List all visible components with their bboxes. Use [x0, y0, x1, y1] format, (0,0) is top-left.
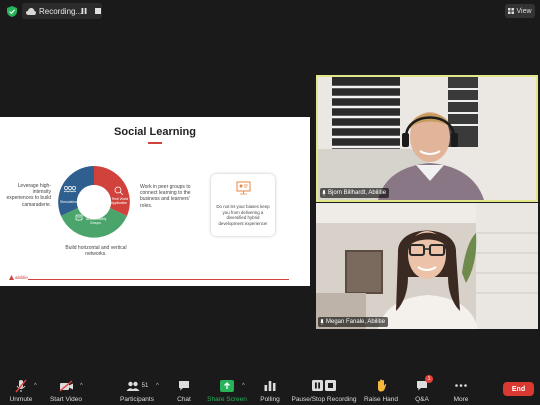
- stop-recording-button[interactable]: [91, 4, 105, 18]
- cloud-icon: [26, 7, 36, 15]
- pause-icon: [312, 380, 323, 391]
- social-learning-wheel: Simulations Real World Application Accou…: [58, 166, 130, 238]
- participant-name-tag: Megan Fanale, Abilitie: [318, 317, 389, 327]
- view-button[interactable]: View: [505, 4, 535, 18]
- shared-screen-slide: Social Learning Leverage high-intensity …: [0, 117, 310, 286]
- microphone-muted-icon: [15, 379, 27, 392]
- raised-hand-icon: [377, 379, 386, 392]
- segment-label-accountability-line2: Groups: [90, 221, 101, 225]
- participants-icon: [126, 381, 140, 391]
- participants-options-caret[interactable]: ^: [156, 383, 159, 389]
- chat-icon: [179, 381, 189, 391]
- pause-icon: [81, 8, 87, 14]
- grid-view-icon: [508, 8, 515, 14]
- start-video-label: Start Video: [49, 396, 83, 403]
- slide-footer-line: [28, 279, 289, 280]
- unmute-label: Unmute: [9, 396, 33, 403]
- more-dots-icon: [455, 384, 467, 387]
- slide-right-text: Work in peer groups to connect learning …: [140, 184, 191, 209]
- slide-left-text: Leverage high-intensity experiences to b…: [6, 183, 51, 208]
- segment-label-real-world: Real World Application: [111, 197, 129, 205]
- participant-video-feed: [316, 203, 538, 329]
- segment-label-real-world-line2: Application: [111, 201, 127, 205]
- stop-icon: [95, 8, 101, 14]
- callout-text: Do not let your biases keep you from del…: [216, 204, 270, 226]
- share-screen-label: Share Screen: [207, 396, 247, 403]
- more-label: More: [453, 396, 469, 403]
- video-options-caret[interactable]: ^: [80, 383, 83, 389]
- unmute-button[interactable]: Unmute: [4, 372, 38, 405]
- audio-options-caret[interactable]: ^: [34, 383, 37, 389]
- meeting-toolbar: Unmute ^ Start Video ^ 51 Participants ^: [0, 372, 540, 405]
- qa-button[interactable]: 1 Q&A: [410, 372, 434, 405]
- callout-card: Do not let your biases keep you from del…: [211, 174, 275, 236]
- pause-stop-recording-label: Pause/Stop Recording: [291, 396, 357, 403]
- share-screen-icon: [220, 379, 234, 392]
- participant-video-tile[interactable]: Megan Fanale, Abilitie: [316, 203, 538, 329]
- qa-label: Q&A: [415, 396, 429, 403]
- polling-bar-chart-icon: [264, 381, 276, 391]
- participant-name: Megan Fanale, Abilitie: [326, 319, 386, 325]
- abilitie-logo-icon: [9, 275, 14, 280]
- video-camera-off-icon: [59, 379, 73, 392]
- participant-video-tile-active-speaker[interactable]: Bjorn Billhardt, Abilitie: [316, 75, 538, 202]
- security-shield-icon[interactable]: [7, 6, 17, 17]
- raise-hand-label: Raise Hand: [364, 396, 398, 403]
- more-button[interactable]: More: [449, 372, 473, 405]
- participants-count: 51: [141, 382, 149, 389]
- title-underline: [148, 142, 162, 144]
- logo-text: abilitie: [15, 275, 28, 280]
- raise-hand-button[interactable]: Raise Hand: [363, 372, 399, 405]
- recording-label: Recording...: [39, 6, 83, 16]
- microphone-icon: [322, 190, 326, 196]
- slide-bottom-text: Build horizontal and vertical networks.: [65, 245, 127, 258]
- view-label: View: [516, 7, 532, 15]
- stop-icon: [325, 380, 336, 391]
- segment-label-simulations: Simulations: [60, 200, 79, 204]
- presentation-icon: [236, 181, 251, 195]
- end-meeting-button[interactable]: End: [503, 382, 534, 396]
- participant-name: Bjorn Billhardt, Abilitie: [328, 190, 387, 196]
- polling-button[interactable]: Polling: [257, 372, 283, 405]
- participants-button[interactable]: 51 Participants: [117, 372, 157, 405]
- meeting-top-bar: Recording... View: [0, 0, 540, 22]
- participant-video-feed: [318, 77, 536, 200]
- share-options-caret[interactable]: ^: [242, 383, 245, 389]
- participants-label: Participants: [120, 396, 154, 403]
- slide-title: Social Learning: [114, 126, 196, 138]
- qa-badge: 1: [425, 375, 433, 383]
- chat-label: Chat: [177, 396, 191, 403]
- pause-stop-recording-button[interactable]: Pause/Stop Recording: [291, 372, 357, 405]
- abilitie-logo: abilitie: [9, 275, 28, 280]
- microphone-icon: [320, 319, 324, 325]
- chat-button[interactable]: Chat: [172, 372, 196, 405]
- polling-label: Polling: [260, 396, 280, 403]
- pause-recording-button[interactable]: [77, 4, 91, 18]
- participant-name-tag: Bjorn Billhardt, Abilitie: [320, 188, 390, 198]
